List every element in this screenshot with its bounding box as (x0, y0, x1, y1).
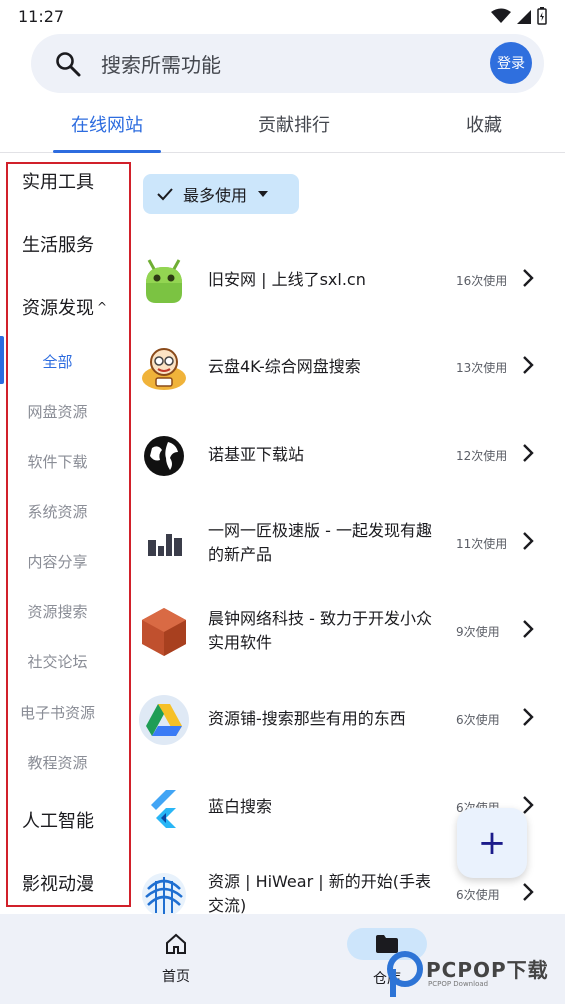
sidebar-sub-netdisk[interactable]: 网盘资源 (0, 401, 115, 422)
nav-home-label: 首页 (162, 969, 190, 985)
sidebar-sub-content[interactable]: 内容分享 (0, 551, 115, 572)
sidebar-sub-social[interactable]: 社交论坛 (0, 651, 115, 672)
status-time: 11:27 (18, 6, 65, 26)
flutter-icon (151, 790, 176, 828)
login-button[interactable]: 登录 (490, 42, 532, 84)
signal-icon (517, 10, 531, 24)
chevron-right-icon (523, 444, 534, 462)
tab-bar: 在线网站 贡献排行 收藏 (0, 95, 565, 153)
check-icon (157, 188, 173, 201)
item-usage-count: 13次使用 (456, 360, 508, 375)
drive-icon (139, 695, 189, 745)
item-usage-count: 9次使用 (456, 624, 500, 639)
dropdown-arrow-icon (258, 191, 269, 197)
sidebar-sub-search[interactable]: 资源搜索 (0, 601, 115, 622)
sort-filter-chip[interactable]: 最多使用 (143, 174, 299, 214)
list-item[interactable]: 云盘4K-综合网盘搜索 13次使用 (136, 323, 565, 411)
wifi-icon (491, 8, 511, 23)
sidebar-sub-ebooks[interactable]: 电子书资源 (0, 702, 115, 723)
item-title: 云盘4K-综合网盘搜索 (208, 357, 361, 376)
status-bar: 11:27 (0, 0, 565, 32)
tab-indicator (53, 150, 161, 153)
battery-icon (537, 7, 547, 25)
status-icons (491, 7, 547, 25)
item-title: 晨钟网络科技 - 致力于开发小众实用软件 (208, 609, 432, 652)
item-usage-count: 12次使用 (456, 448, 508, 463)
watermark-brand: PCPOP下载 (426, 958, 549, 982)
tab-favorites[interactable]: 收藏 (430, 95, 538, 153)
sidebar-item-ai[interactable]: 人工智能 (22, 807, 94, 833)
sidebar-item-life-services[interactable]: 生活服务 (22, 231, 94, 257)
item-usage-count: 16次使用 (456, 273, 508, 288)
watermark: PCPOP下载 PCPOP Download (386, 946, 565, 1004)
item-title: 资源铺-搜索那些有用的东西 (208, 709, 406, 728)
cartoon-icon (142, 348, 186, 390)
android-icon (146, 259, 182, 303)
search-bar[interactable]: 搜索所需功能 登录 (31, 34, 544, 93)
list-item[interactable]: 资源铺-搜索那些有用的东西 6次使用 (136, 675, 565, 763)
sidebar-sub-all[interactable]: 全部 (0, 351, 115, 372)
list-item[interactable]: 旧安网 | 上线了sxl.cn 16次使用 (136, 236, 565, 324)
home-icon (166, 933, 186, 954)
cube-icon (142, 608, 186, 656)
globe-icon (144, 436, 184, 476)
chevron-right-icon (523, 883, 534, 901)
sidebar-item-resource-discovery[interactable]: 资源发现 ^ (22, 294, 107, 320)
item-title: 诺基亚下载站 (208, 445, 305, 464)
tab-contribution-ranking[interactable]: 贡献排行 (240, 95, 348, 153)
sidebar-item-label: 资源发现 (22, 298, 94, 319)
chevron-right-icon (523, 356, 534, 374)
pcpop-logo-icon (387, 951, 423, 997)
add-fab-button[interactable]: + (457, 808, 527, 878)
chevron-up-icon: ^ (97, 300, 108, 314)
sidebar-sub-software[interactable]: 软件下载 (0, 451, 115, 472)
chevron-right-icon (523, 796, 534, 814)
chevron-right-icon (523, 269, 534, 287)
chevron-right-icon (523, 620, 534, 638)
list-item[interactable]: 诺基亚下载站 12次使用 (136, 411, 565, 499)
sidebar-item-tools[interactable]: 实用工具 (22, 168, 94, 194)
sidebar-sub-system[interactable]: 系统资源 (0, 501, 115, 522)
sidebar-sub-tutorials[interactable]: 教程资源 (0, 752, 115, 773)
list-item[interactable]: 一网一匠极速版 - 一起发现有趣的新产品 11次使用 (136, 499, 565, 587)
item-title: 蓝白搜索 (208, 797, 273, 816)
bars-logo-icon (148, 534, 182, 556)
item-title: 一网一匠极速版 - 一起发现有趣的新产品 (208, 521, 432, 564)
nav-home[interactable]: 首页 (116, 932, 236, 986)
sidebar-item-film-anime[interactable]: 影视动漫 (22, 870, 94, 896)
chevron-right-icon (523, 532, 534, 550)
item-usage-count: 11次使用 (456, 536, 508, 551)
filter-label: 最多使用 (183, 186, 248, 205)
tab-online-sites[interactable]: 在线网站 (53, 95, 161, 153)
watermark-sub: PCPOP Download (428, 980, 489, 988)
item-title: 旧安网 | 上线了sxl.cn (208, 270, 366, 289)
list-item[interactable]: 晨钟网络科技 - 致力于开发小众实用软件 9次使用 (136, 587, 565, 675)
search-input[interactable]: 搜索所需功能 (101, 49, 221, 78)
chevron-right-icon (523, 708, 534, 726)
search-icon (56, 51, 81, 76)
sidebar: 实用工具 生活服务 资源发现 ^ 全部 网盘资源 软件下载 系统资源 内容分享 … (0, 154, 133, 914)
item-usage-count: 6次使用 (456, 712, 500, 727)
